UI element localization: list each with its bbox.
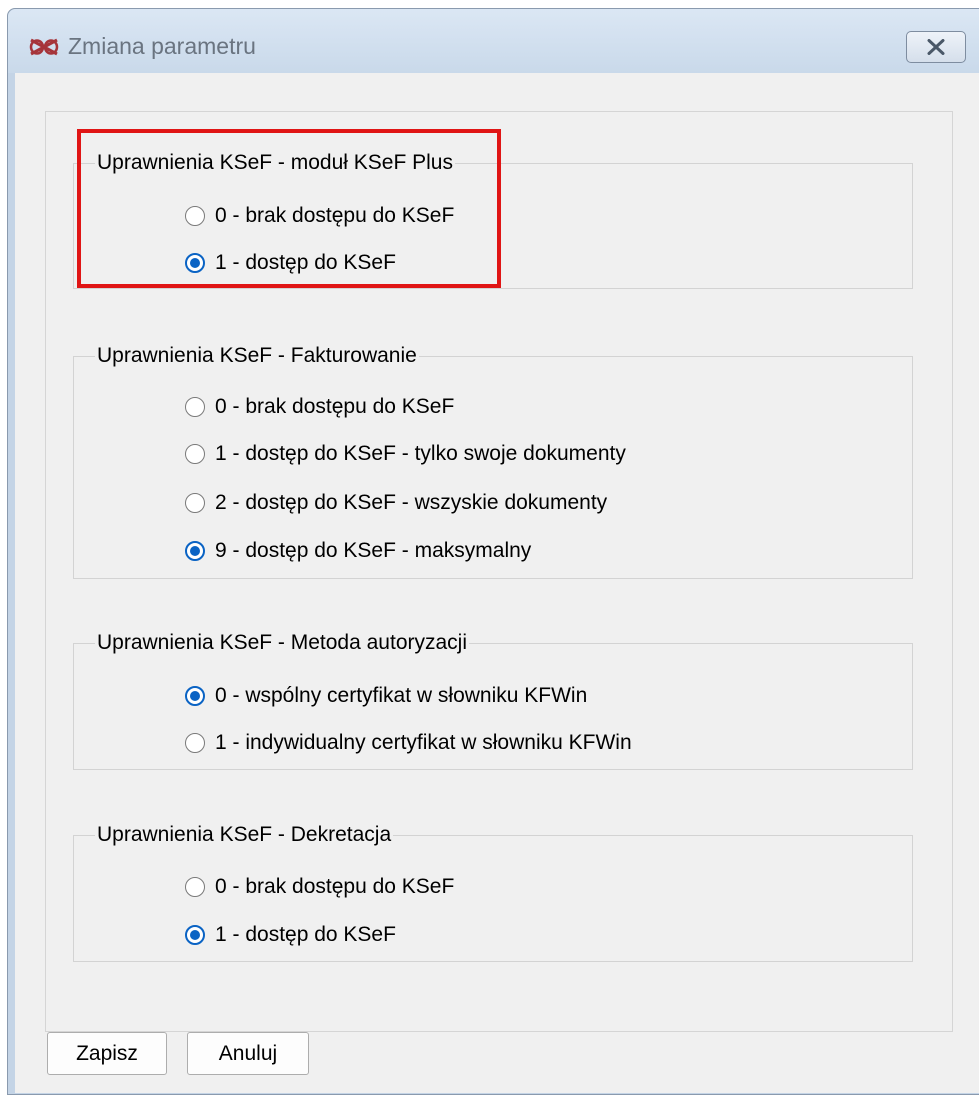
radio-button[interactable] bbox=[185, 877, 205, 897]
radio-button[interactable] bbox=[185, 733, 205, 753]
radio-fakturowanie-0[interactable]: 0 - brak dostępu do KSeF bbox=[185, 390, 454, 424]
radio-label: 1 - dostęp do KSeF - tylko swoje dokumen… bbox=[215, 442, 626, 465]
radio-autoryzacja-1[interactable]: 1 - indywidualny certyfikat w słowniku K… bbox=[185, 726, 632, 760]
radio-dekretacja-1[interactable]: 1 - dostęp do KSeF bbox=[185, 918, 396, 952]
radio-fakturowanie-1[interactable]: 1 - dostęp do KSeF - tylko swoje dokumen… bbox=[185, 437, 626, 471]
group-title-metoda-autoryzacji: Uprawnienia KSeF - Metoda autoryzacji bbox=[95, 631, 470, 655]
radio-fakturowanie-9[interactable]: 9 - dostęp do KSeF - maksymalny bbox=[185, 534, 531, 568]
window-title: Zmiana parametru bbox=[68, 33, 256, 59]
dialog-window: Zmiana parametru Uprawnienia KSeF - modu… bbox=[7, 8, 979, 1095]
radio-button[interactable] bbox=[185, 541, 205, 561]
group-title-ksef-plus: Uprawnienia KSeF - moduł KSeF Plus bbox=[95, 151, 455, 175]
radio-button[interactable] bbox=[185, 397, 205, 417]
radio-button[interactable] bbox=[185, 493, 205, 513]
radio-button[interactable] bbox=[185, 206, 205, 226]
dialog-body: Uprawnienia KSeF - moduł KSeF Plus 0 - b… bbox=[15, 73, 979, 1093]
title-bar[interactable]: Zmiana parametru bbox=[8, 9, 979, 73]
radio-button[interactable] bbox=[185, 925, 205, 945]
group-title-dekretacja: Uprawnienia KSeF - Dekretacja bbox=[95, 823, 394, 847]
cancel-button[interactable]: Anuluj bbox=[187, 1032, 309, 1075]
radio-label: 0 - wspólny certyfikat w słowniku KFWin bbox=[215, 684, 588, 707]
close-icon bbox=[927, 39, 945, 55]
radio-label: 1 - dostęp do KSeF bbox=[215, 251, 396, 274]
app-logo-icon bbox=[29, 38, 59, 56]
radio-fakturowanie-2[interactable]: 2 - dostęp do KSeF - wszyskie dokumenty bbox=[185, 486, 607, 520]
radio-ksef-plus-1[interactable]: 1 - dostęp do KSeF bbox=[185, 246, 396, 280]
close-button[interactable] bbox=[906, 31, 966, 63]
save-button[interactable]: Zapisz bbox=[47, 1032, 167, 1075]
radio-button[interactable] bbox=[185, 444, 205, 464]
radio-label: 1 - dostęp do KSeF bbox=[215, 923, 396, 946]
radio-dekretacja-0[interactable]: 0 - brak dostępu do KSeF bbox=[185, 870, 454, 904]
radio-label: 0 - brak dostępu do KSeF bbox=[215, 204, 455, 227]
group-title-fakturowanie: Uprawnienia KSeF - Fakturowanie bbox=[95, 344, 419, 368]
radio-label: 0 - brak dostępu do KSeF bbox=[215, 395, 455, 418]
radio-label: 9 - dostęp do KSeF - maksymalny bbox=[215, 539, 532, 562]
radio-button[interactable] bbox=[185, 253, 205, 273]
radio-button[interactable] bbox=[185, 686, 205, 706]
radio-label: 1 - indywidualny certyfikat w słowniku K… bbox=[215, 731, 632, 754]
radio-label: 0 - brak dostępu do KSeF bbox=[215, 875, 455, 898]
radio-ksef-plus-0[interactable]: 0 - brak dostępu do KSeF bbox=[185, 199, 454, 233]
radio-autoryzacja-0[interactable]: 0 - wspólny certyfikat w słowniku KFWin bbox=[185, 679, 587, 713]
radio-label: 2 - dostęp do KSeF - wszyskie dokumenty bbox=[215, 491, 608, 514]
